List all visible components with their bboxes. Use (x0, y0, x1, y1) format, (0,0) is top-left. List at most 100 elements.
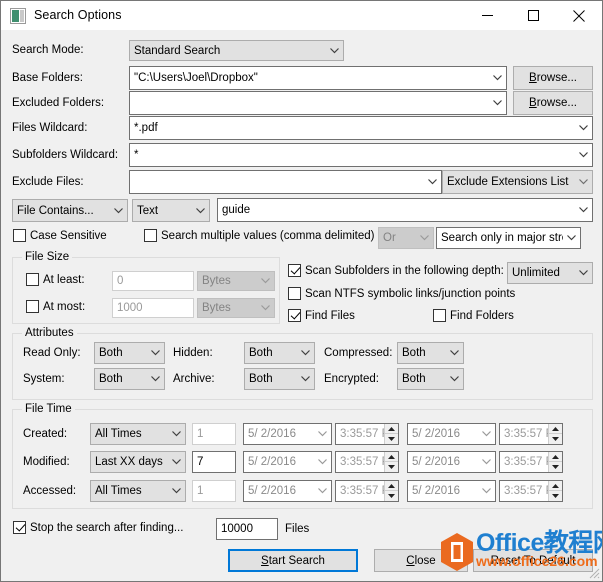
encrypted-dropdown[interactable]: Both (397, 368, 464, 390)
spinner-up-icon[interactable] (385, 481, 398, 491)
chevron-down-icon (147, 369, 164, 389)
spinner-up-icon[interactable] (385, 424, 398, 434)
at-most-label: At most: (43, 300, 86, 313)
resize-grip[interactable] (586, 565, 600, 579)
accessed-time-from-spinner[interactable]: 3:35:57 P (335, 480, 399, 502)
scan-ntfs-links-checkbox[interactable]: Scan NTFS symbolic links/junction points (288, 287, 515, 300)
at-most-checkbox[interactable]: At most: (26, 300, 85, 313)
chevron-down-icon (168, 424, 185, 444)
spinner-buttons[interactable] (384, 481, 398, 501)
chevron-down-icon[interactable] (489, 92, 506, 114)
exclude-extensions-list-dropdown[interactable]: Exclude Extensions List (442, 170, 593, 194)
scan-subfolders-checkbox[interactable]: Scan Subfolders in the following depth: (288, 264, 504, 277)
scan-depth-dropdown[interactable]: Unlimited (507, 262, 593, 284)
modified-date-from-dropdown[interactable]: 5/ 2/2016 (243, 451, 332, 473)
compressed-dropdown[interactable]: Both (397, 342, 464, 364)
search-mode-label: Search Mode: (12, 44, 84, 56)
accessed-number-input[interactable]: 1 (192, 480, 236, 502)
accessed-date-from-dropdown[interactable]: 5/ 2/2016 (243, 480, 332, 502)
spinner-down-icon[interactable] (385, 491, 398, 501)
hidden-dropdown[interactable]: Both (244, 342, 315, 364)
stop-count-input[interactable]: 10000 (216, 518, 278, 540)
maximize-icon[interactable] (510, 1, 556, 30)
find-files-checkbox[interactable]: Find Files (288, 309, 355, 322)
spinner-buttons[interactable] (548, 424, 562, 444)
excluded-folders-combo[interactable] (129, 91, 507, 115)
read-only-dropdown[interactable]: Both (94, 342, 165, 364)
at-most-unit-dropdown[interactable]: Bytes (197, 298, 275, 318)
find-folders-checkbox[interactable]: Find Folders (433, 309, 514, 322)
base-folders-browse-button[interactable]: Browse... (513, 66, 593, 90)
created-number-input[interactable]: 1 (192, 423, 236, 445)
subfolders-wildcard-combo[interactable]: * (129, 143, 593, 167)
exclude-files-combo[interactable] (129, 170, 442, 194)
files-wildcard-combo[interactable]: *.pdf (129, 116, 593, 140)
modified-date-to-value: 5/ 2/2016 (412, 456, 460, 468)
modified-time-from-spinner[interactable]: 3:35:57 P (335, 451, 399, 473)
modified-date-from-value: 5/ 2/2016 (248, 456, 296, 468)
spinner-down-icon[interactable] (549, 434, 562, 444)
at-least-checkbox[interactable]: At least: (26, 273, 85, 286)
modified-number-input[interactable]: 7 (192, 451, 236, 473)
created-time-from-spinner[interactable]: 3:35:57 P (335, 423, 399, 445)
files-wildcard-label: Files Wildcard: (12, 122, 88, 134)
created-date-from-dropdown[interactable]: 5/ 2/2016 (243, 423, 332, 445)
close-button[interactable]: Close (374, 549, 468, 572)
chevron-down-icon[interactable] (489, 67, 506, 89)
search-multiple-values-checkbox[interactable]: Search multiple values (comma delimited) (144, 229, 374, 242)
chevron-down-icon[interactable] (575, 117, 592, 139)
spinner-up-icon[interactable] (549, 424, 562, 434)
spinner-buttons[interactable] (384, 424, 398, 444)
reset-to-default-button[interactable]: Reset To Default (473, 549, 593, 572)
base-folders-combo[interactable]: "C:\Users\Joel\Dropbox" (129, 66, 507, 90)
accessed-number-value: 1 (197, 485, 204, 497)
at-most-value-input[interactable]: 1000 (112, 298, 194, 318)
chevron-down-icon (446, 343, 463, 363)
excluded-folders-browse-button[interactable]: Browse... (513, 91, 593, 115)
stop-after-finding-checkbox[interactable]: Stop the search after finding... (13, 521, 183, 534)
spinner-down-icon[interactable] (549, 462, 562, 472)
chevron-down-icon[interactable] (575, 199, 592, 221)
chevron-down-icon[interactable] (575, 144, 592, 166)
created-date-to-dropdown[interactable]: 5/ 2/2016 (407, 423, 496, 445)
archive-dropdown[interactable]: Both (244, 368, 315, 390)
spinner-down-icon[interactable] (385, 462, 398, 472)
chevron-down-icon (478, 424, 495, 444)
case-sensitive-checkbox[interactable]: Case Sensitive (13, 229, 107, 242)
accessed-date-to-dropdown[interactable]: 5/ 2/2016 (407, 480, 496, 502)
modified-time-to-spinner[interactable]: 3:35:57 P (499, 451, 563, 473)
search-mode-dropdown[interactable]: Standard Search (129, 40, 344, 61)
close-label: Close (406, 554, 436, 567)
spinner-buttons[interactable] (548, 452, 562, 472)
at-least-unit-dropdown[interactable]: Bytes (197, 271, 275, 291)
file-contains-text-combo[interactable]: guide (217, 198, 593, 222)
accessed-mode-dropdown[interactable]: All Times (90, 480, 186, 502)
created-time-to-spinner[interactable]: 3:35:57 P (499, 423, 563, 445)
spinner-buttons[interactable] (548, 481, 562, 501)
file-contains-mode-dropdown[interactable]: File Contains... (12, 199, 128, 222)
accessed-time-to-spinner[interactable]: 3:35:57 P (499, 480, 563, 502)
file-contains-type-value: Text (137, 204, 159, 217)
at-most-value: 1000 (117, 302, 143, 314)
spinner-down-icon[interactable] (385, 434, 398, 444)
system-dropdown[interactable]: Both (94, 368, 165, 390)
spinner-up-icon[interactable] (385, 452, 398, 462)
spinner-down-icon[interactable] (549, 491, 562, 501)
stream-scope-dropdown[interactable]: Search only in major stre (436, 227, 581, 249)
operator-dropdown[interactable]: Or (378, 227, 434, 249)
at-least-value-input[interactable]: 0 (112, 271, 194, 291)
modified-mode-value: Last XX days (95, 456, 163, 468)
created-mode-dropdown[interactable]: All Times (90, 423, 186, 445)
subfolders-wildcard-label: Subfolders Wildcard: (12, 149, 119, 161)
file-contains-type-dropdown[interactable]: Text (132, 199, 210, 222)
spinner-buttons[interactable] (384, 452, 398, 472)
spinner-up-icon[interactable] (549, 452, 562, 462)
chevron-down-icon[interactable] (424, 171, 441, 193)
minimize-icon[interactable] (464, 1, 510, 30)
checkbox-box (26, 273, 39, 286)
start-search-button[interactable]: Start Search (228, 549, 358, 572)
close-icon[interactable] (556, 1, 602, 30)
spinner-up-icon[interactable] (549, 481, 562, 491)
modified-date-to-dropdown[interactable]: 5/ 2/2016 (407, 451, 496, 473)
modified-mode-dropdown[interactable]: Last XX days (90, 451, 186, 473)
